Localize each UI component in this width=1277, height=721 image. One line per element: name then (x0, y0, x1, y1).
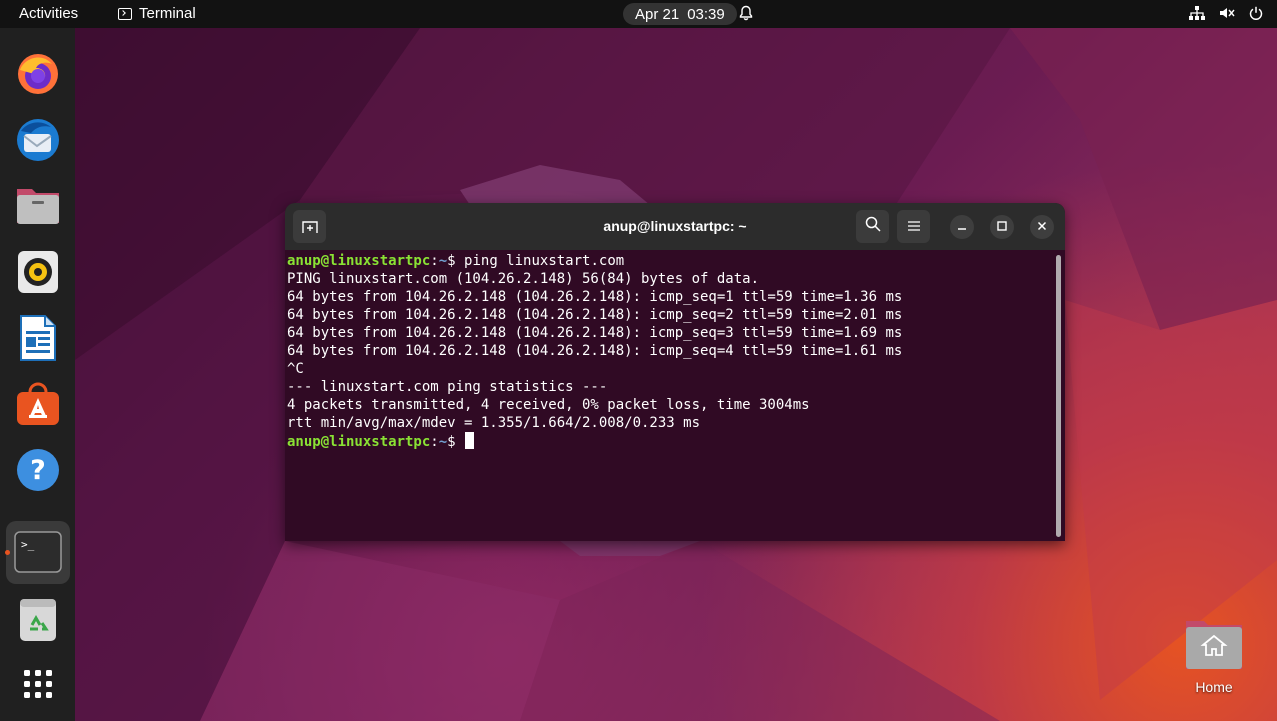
show-apps-icon[interactable] (14, 660, 62, 708)
svg-text:?: ? (30, 455, 46, 486)
prompt-separator: : (430, 253, 439, 269)
output-line: --- linuxstart.com ping statistics --- (287, 379, 608, 395)
network-icon[interactable] (1189, 6, 1205, 24)
prompt-path: ~ (438, 253, 448, 269)
minimize-button[interactable] (950, 215, 974, 239)
home-folder-icon[interactable] (1185, 618, 1243, 670)
rhythmbox-icon[interactable] (14, 248, 62, 296)
thunderbird-icon[interactable] (14, 116, 62, 164)
output-line: rtt min/avg/max/mdev = 1.355/1.664/2.008… (287, 415, 701, 431)
time-label: 03:39 (687, 5, 725, 23)
search-icon (865, 216, 881, 237)
menu-button[interactable] (897, 210, 930, 243)
alarm-bell-icon[interactable] (739, 5, 753, 25)
firefox-icon[interactable] (14, 50, 62, 98)
maximize-icon (997, 218, 1007, 236)
terminal-headerbar[interactable]: anup@linuxstartpc: ~ (285, 203, 1065, 250)
command-text: ping linuxstart.com (464, 253, 625, 269)
help-icon[interactable]: ? (14, 446, 62, 494)
terminal-window[interactable]: anup@linuxstartpc: ~ anup@linuxstartpc:~… (285, 203, 1065, 541)
output-line: 64 bytes from 104.26.2.148 (104.26.2.148… (287, 307, 903, 323)
maximize-button[interactable] (990, 215, 1014, 239)
svg-text:>_: >_ (21, 538, 35, 551)
date-time-button[interactable]: Apr 21 03:39 (623, 3, 737, 25)
dock: ? >_ (0, 28, 75, 721)
volume-muted-icon[interactable] (1219, 6, 1235, 24)
system-tray[interactable] (1189, 6, 1263, 24)
trash-icon[interactable] (14, 596, 62, 644)
prompt-path: ~ (438, 434, 448, 450)
scrollbar[interactable] (1056, 255, 1061, 537)
text-cursor (465, 432, 475, 449)
close-button[interactable] (1030, 215, 1054, 239)
app-menu[interactable]: Terminal (118, 5, 196, 22)
command-line: anup@linuxstartpc:~$ ping linuxstart.com (287, 252, 1052, 270)
output-line: 64 bytes from 104.26.2.148 (104.26.2.148… (287, 289, 903, 305)
running-indicator (5, 550, 10, 555)
home-folder-label: Home (1195, 679, 1233, 695)
top-bar: Activities Terminal Apr 21 03:39 (0, 0, 1277, 28)
close-icon (1037, 218, 1047, 236)
hamburger-icon (907, 218, 920, 236)
window-title: anup@linuxstartpc: ~ (603, 218, 747, 234)
prompt-separator: : (430, 434, 439, 450)
prompt-symbol: $ (447, 253, 465, 269)
power-icon[interactable] (1249, 6, 1263, 24)
prompt-symbol: $ (447, 434, 465, 450)
output-line: 4 packets transmitted, 4 received, 0% pa… (287, 397, 810, 413)
libreoffice-writer-icon[interactable] (14, 314, 62, 362)
date-label: Apr 21 (635, 5, 680, 23)
prompt-user: anup@linuxstartpc (287, 253, 431, 269)
output-line: 64 bytes from 104.26.2.148 (104.26.2.148… (287, 343, 903, 359)
app-menu-label: Terminal (139, 5, 196, 22)
terminal-small-icon (118, 7, 132, 20)
search-button[interactable] (856, 210, 889, 243)
files-icon[interactable] (14, 181, 62, 229)
terminal-output[interactable]: anup@linuxstartpc:~$ ping linuxstart.com… (287, 252, 1052, 540)
current-prompt-line[interactable]: anup@linuxstartpc:~$ (287, 432, 1052, 450)
output-line: ^C (287, 361, 304, 377)
output-line: PING linuxstart.com (104.26.2.148) 56(84… (287, 271, 760, 287)
ubuntu-software-icon[interactable] (14, 380, 62, 428)
terminal-icon[interactable]: >_ (14, 528, 62, 576)
prompt-user: anup@linuxstartpc (287, 434, 431, 450)
minimize-icon (957, 218, 967, 236)
activities-button[interactable]: Activities (19, 5, 78, 22)
output-line: 64 bytes from 104.26.2.148 (104.26.2.148… (287, 325, 903, 341)
